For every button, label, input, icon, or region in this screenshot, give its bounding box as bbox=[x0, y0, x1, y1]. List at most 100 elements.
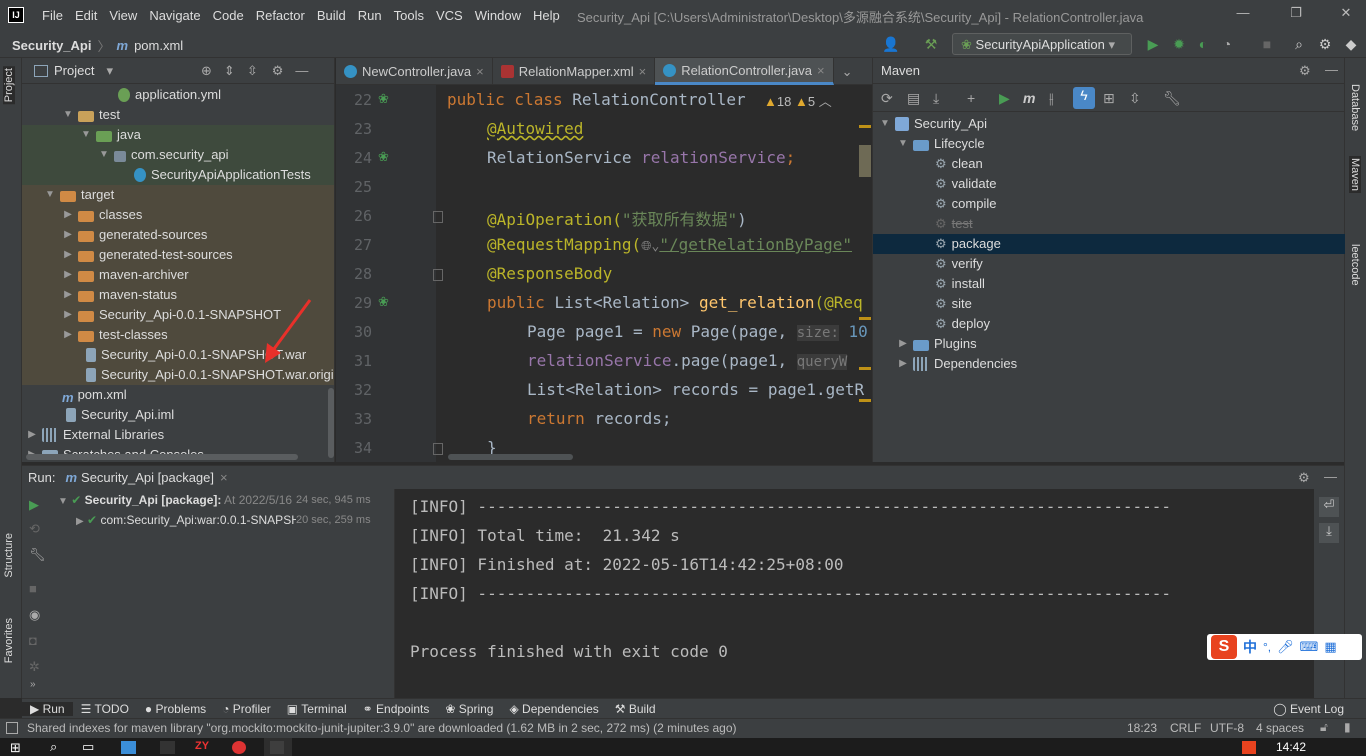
tree-item-external-libraries[interactable]: ▶ External Libraries bbox=[26, 425, 164, 445]
tree-item-test-classes[interactable]: ▶ test-classes bbox=[62, 325, 168, 345]
app-icon[interactable]: ZY bbox=[195, 740, 209, 752]
menu-file[interactable]: File bbox=[36, 8, 69, 23]
maven-goal-install[interactable]: ⚙ install bbox=[935, 274, 985, 294]
tree-item-target[interactable]: ▼ target bbox=[44, 185, 114, 205]
chevron-right-icon[interactable]: ▶ bbox=[62, 205, 74, 225]
menu-edit[interactable]: Edit bbox=[69, 8, 103, 23]
options-gear-icon[interactable]: ⚙ bbox=[1299, 63, 1311, 79]
project-panel-title[interactable]: Project bbox=[54, 63, 94, 78]
rerun-failed-icon[interactable]: ⟲ bbox=[29, 521, 40, 537]
tree-item-snapshot-folder[interactable]: ▶ Security_Api-0.0.1-SNAPSHOT bbox=[62, 305, 281, 325]
search-icon[interactable]: ⌕ bbox=[1290, 35, 1308, 53]
user-icon[interactable]: 👤 bbox=[882, 35, 900, 53]
minimize-icon[interactable]: — bbox=[1233, 5, 1253, 25]
add-project-icon[interactable]: + bbox=[967, 90, 975, 106]
maven-settings-wrench-icon[interactable]: 🔧︎ bbox=[1163, 90, 1181, 107]
favorites-tool-tab[interactable]: Favorites bbox=[3, 618, 15, 663]
console-output[interactable]: [INFO] ---------------------------------… bbox=[396, 489, 1314, 698]
tree-item-test-class[interactable]: SecurityApiApplicationTests bbox=[134, 165, 311, 185]
close-tab-icon[interactable]: × bbox=[220, 470, 228, 485]
tab-new-controller[interactable]: NewController.java × bbox=[336, 58, 493, 85]
breadcrumb-project[interactable]: Security_Api bbox=[12, 38, 91, 53]
error-stripe-mark[interactable] bbox=[859, 399, 871, 402]
inspection-widget[interactable]: ▲18 ▲5 ︿ bbox=[764, 91, 832, 110]
maven-goal-compile[interactable]: ⚙ compile bbox=[935, 194, 996, 214]
collapse-all-icon[interactable]: ⇳ bbox=[1129, 90, 1141, 107]
tree-item-pom[interactable]: m pom.xml bbox=[62, 385, 127, 405]
chevron-down-icon[interactable]: ▼ bbox=[98, 145, 110, 165]
wrench-icon[interactable]: 🔧︎ bbox=[29, 547, 46, 563]
endpoint-gutter-icon[interactable]: ❀ bbox=[378, 294, 389, 310]
build-hammer-icon[interactable]: ⚒ bbox=[922, 35, 940, 53]
expand-all-icon[interactable]: ⇕ bbox=[224, 63, 235, 79]
chevron-right-icon[interactable]: ▶ bbox=[26, 425, 38, 445]
chevron-down-icon[interactable]: ▼ bbox=[44, 185, 56, 205]
fold-marker-icon[interactable] bbox=[433, 269, 443, 281]
scroll-to-end-icon[interactable]: ⤓ bbox=[1319, 523, 1339, 543]
autowired-gutter-icon[interactable]: ❀ bbox=[378, 149, 389, 165]
options-gear-icon[interactable]: ⚙ bbox=[272, 63, 284, 79]
soft-wrap-icon[interactable]: ⏎ bbox=[1319, 497, 1339, 517]
line-separator[interactable]: CRLF bbox=[1170, 721, 1201, 735]
tree-item-test[interactable]: ▼ test bbox=[62, 105, 120, 125]
chevron-up-icon[interactable]: ︿ bbox=[819, 94, 832, 109]
horizontal-scrollbar[interactable] bbox=[26, 454, 298, 460]
menu-code[interactable]: Code bbox=[207, 8, 250, 23]
event-log-button[interactable]: ◯ Event Log bbox=[1265, 702, 1352, 716]
toggle-tool-windows-icon[interactable] bbox=[6, 722, 18, 734]
tree-item-maven-status[interactable]: ▶ maven-status bbox=[62, 285, 177, 305]
generate-sources-icon[interactable]: ▤ bbox=[907, 90, 920, 107]
tree-item-war-original[interactable]: Security_Api-0.0.1-SNAPSHOT.war.original bbox=[86, 365, 334, 385]
settings-gear-icon[interactable]: ⚙ bbox=[1316, 35, 1334, 53]
punctuation-icon[interactable]: °, bbox=[1263, 640, 1271, 654]
error-stripe-mark[interactable] bbox=[859, 367, 871, 370]
chevron-right-icon[interactable]: ▶ bbox=[62, 245, 74, 265]
restore-icon[interactable]: ❐ bbox=[1286, 5, 1306, 25]
bottom-tab-dependencies[interactable]: ◈ Dependencies bbox=[501, 702, 606, 716]
chevron-right-icon[interactable]: ▶ bbox=[62, 285, 74, 305]
indent-setting[interactable]: 4 spaces bbox=[1256, 721, 1304, 735]
ime-mode-label[interactable]: 中 bbox=[1243, 637, 1257, 657]
chevron-down-icon[interactable]: ▼ bbox=[897, 134, 909, 154]
chevron-right-icon[interactable]: ▶ bbox=[62, 305, 74, 325]
maven-root[interactable]: ▼ Security_Api bbox=[879, 114, 987, 134]
coverage-icon[interactable]: ◐ bbox=[1194, 35, 1212, 53]
execute-goal-icon[interactable]: m bbox=[1023, 90, 1035, 106]
database-tool-tab[interactable]: Database bbox=[1349, 84, 1361, 131]
chevron-down-icon[interactable]: ▼ bbox=[80, 125, 92, 145]
menu-tools[interactable]: Tools bbox=[388, 8, 430, 23]
lock-icon[interactable]: 🔓︎ bbox=[1320, 720, 1328, 735]
menu-refactor[interactable]: Refactor bbox=[250, 8, 311, 23]
chevron-down-icon[interactable]: ▼ bbox=[62, 105, 74, 125]
bottom-tab-problems[interactable]: ● Problems bbox=[137, 702, 214, 716]
tree-item-generated-sources[interactable]: ▶ generated-sources bbox=[62, 225, 207, 245]
tab-list-chevron-icon[interactable]: ⌄ bbox=[834, 58, 861, 85]
task-view-icon[interactable]: ▭ bbox=[82, 739, 94, 755]
chevron-right-icon[interactable]: ▶ bbox=[897, 354, 909, 374]
maven-tool-tab[interactable]: Maven bbox=[1349, 156, 1361, 194]
tree-item-iml[interactable]: Security_Api.iml bbox=[66, 405, 174, 425]
reload-icon[interactable]: ⟳ bbox=[881, 90, 893, 107]
caret-position[interactable]: 18:23 bbox=[1127, 721, 1157, 735]
bottom-tab-spring[interactable]: ❀ Spring bbox=[437, 702, 501, 716]
debug-icon[interactable]: ✹ bbox=[1170, 35, 1188, 53]
run-configuration-select[interactable]: ❀ SecurityApiApplication ▾ bbox=[952, 33, 1132, 55]
chevron-right-icon[interactable]: ▶ bbox=[62, 265, 74, 285]
bottom-tab-todo[interactable]: ☰ TODO bbox=[73, 702, 137, 716]
stop-icon[interactable]: ■ bbox=[29, 581, 37, 596]
microphone-icon[interactable]: 🎤︎ bbox=[1277, 639, 1294, 655]
hide-panel-icon[interactable]: — bbox=[1324, 469, 1337, 484]
run-icon[interactable]: ▶ bbox=[1144, 35, 1162, 53]
error-stripe-mark[interactable] bbox=[859, 145, 871, 177]
menu-view[interactable]: View bbox=[103, 8, 143, 23]
web-globe-icon[interactable]: 🌐︎⌄ bbox=[641, 239, 659, 254]
ime-toolbar[interactable]: S 中 °, 🎤︎ ⌨ ▦ bbox=[1207, 634, 1362, 660]
windows-start-icon[interactable]: ⊞ bbox=[10, 740, 21, 756]
maven-goal-validate[interactable]: ⚙ validate bbox=[935, 174, 996, 194]
run-tree-root[interactable]: ▼ ✔ Security_Api [package]: At 2022/5/16… bbox=[58, 490, 371, 510]
tree-item-classes[interactable]: ▶ classes bbox=[62, 205, 142, 225]
locate-target-icon[interactable]: ⊕ bbox=[201, 63, 212, 79]
error-stripe-mark[interactable] bbox=[859, 125, 871, 128]
tree-item-application-yml[interactable]: application.yml bbox=[118, 85, 221, 105]
error-stripe-mark[interactable] bbox=[859, 317, 871, 320]
